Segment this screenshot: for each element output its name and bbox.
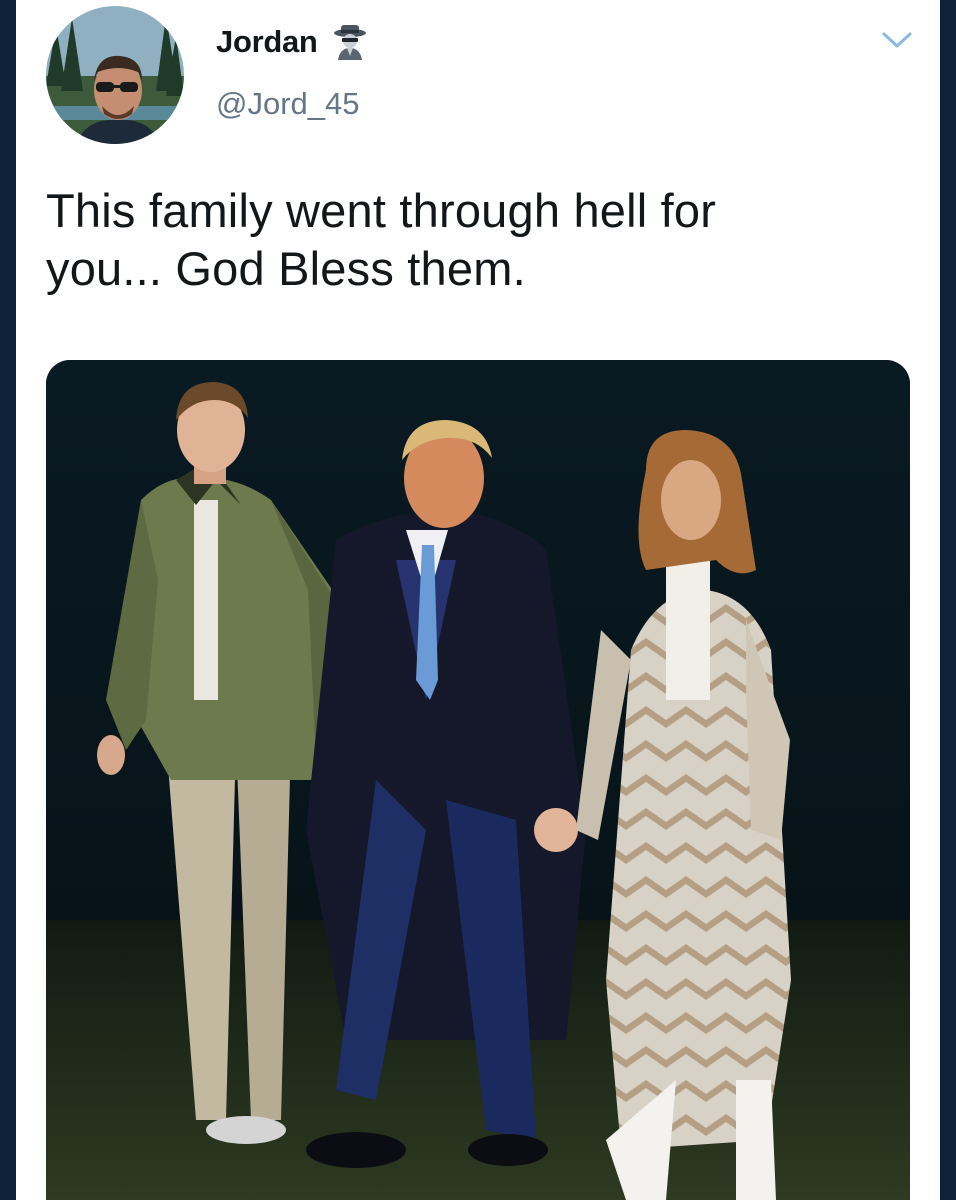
author-display-name[interactable]: Jordan: [216, 24, 318, 60]
tweet-text-line: you... God Bless them.: [46, 242, 526, 295]
chevron-down-icon[interactable]: [880, 26, 914, 54]
tweet-text-line: This family went through hell for: [46, 184, 717, 237]
author-handle[interactable]: @Jord_45: [216, 86, 360, 122]
tweet-text: This family went through hell for you...…: [46, 182, 906, 298]
tweet-card[interactable]: Jordan @Jord_45 This family went through…: [16, 0, 940, 1200]
tweet-photo[interactable]: [46, 360, 910, 1200]
author-avatar[interactable]: [46, 6, 184, 144]
author-name-row[interactable]: Jordan: [216, 22, 370, 62]
profile-photo: [46, 6, 184, 144]
family-photo: [46, 360, 910, 1200]
detective-emoji-icon: [333, 25, 366, 60]
